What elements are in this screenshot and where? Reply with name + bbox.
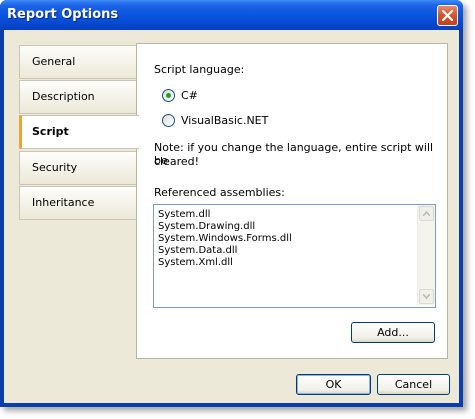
scroll-down-button[interactable]	[419, 289, 434, 304]
tab-general[interactable]: General	[19, 45, 137, 79]
chevron-up-icon	[423, 211, 430, 216]
radio-csharp-label[interactable]: C#	[181, 89, 198, 102]
close-icon	[442, 10, 453, 21]
dialog-client-area: General Description Script Security Inhe…	[4, 30, 459, 403]
radio-vbnet-label[interactable]: VisualBasic.NET	[181, 114, 268, 127]
radio-csharp[interactable]	[162, 89, 175, 102]
radio-selected-dot	[166, 93, 171, 98]
assemblies-listbox[interactable]: System.dll System.Drawing.dll System.Win…	[153, 204, 436, 308]
list-item[interactable]: System.dll	[158, 209, 210, 220]
ok-button[interactable]: OK	[296, 374, 371, 395]
scroll-up-button[interactable]	[419, 206, 434, 221]
assemblies-label: Referenced assemblies:	[154, 186, 285, 199]
list-item[interactable]: System.Drawing.dll	[158, 221, 255, 232]
list-item[interactable]: System.Xml.dll	[158, 257, 233, 268]
chevron-down-icon	[423, 294, 430, 299]
close-button[interactable]	[437, 5, 458, 26]
report-options-window: Report Options General Description Scrip…	[0, 0, 463, 407]
script-language-label: Script language:	[154, 63, 245, 76]
list-item[interactable]: System.Data.dll	[158, 245, 237, 256]
language-note-line2: cleared!	[154, 155, 200, 168]
tab-inheritance[interactable]: Inheritance	[19, 186, 137, 220]
tab-script[interactable]: Script	[19, 115, 139, 149]
title-bar[interactable]: Report Options	[0, 0, 463, 30]
window-title: Report Options	[7, 7, 119, 22]
script-panel: Script language: C# VisualBasic.NET Note…	[136, 43, 448, 359]
tab-security[interactable]: Security	[19, 151, 137, 185]
list-item[interactable]: System.Windows.Forms.dll	[158, 233, 292, 244]
vertical-scrollbar[interactable]	[417, 205, 435, 305]
cancel-button[interactable]: Cancel	[377, 374, 450, 395]
radio-vbnet[interactable]	[162, 114, 175, 127]
tab-description[interactable]: Description	[19, 80, 137, 114]
add-assembly-button[interactable]: Add...	[351, 322, 435, 343]
